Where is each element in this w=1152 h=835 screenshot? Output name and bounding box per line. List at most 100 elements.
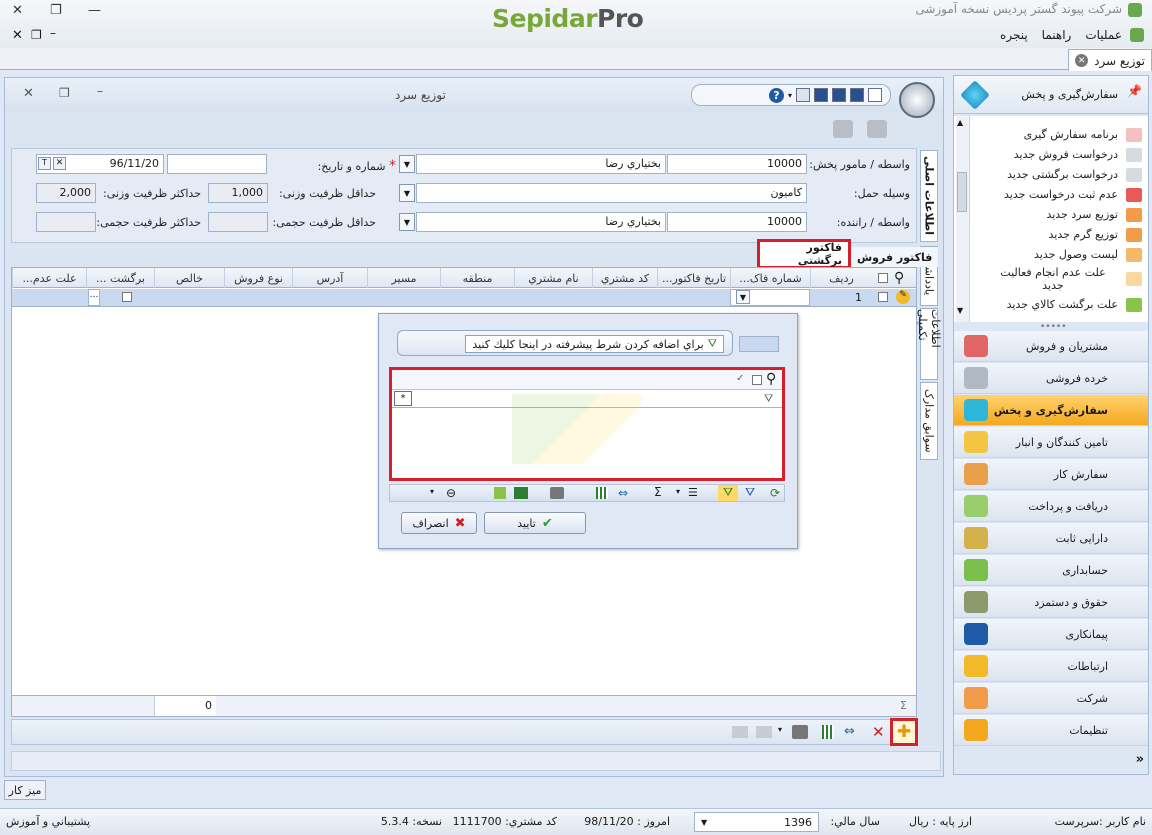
col-non-reason[interactable]: علت عدم... [12, 268, 86, 288]
window-close-icon[interactable]: ✕ [23, 86, 34, 101]
popup-print-icon[interactable] [550, 487, 564, 499]
group-icon[interactable]: ☰ [688, 486, 698, 499]
tab-document-history[interactable]: سوابق مدارک [920, 382, 938, 460]
tab-close-icon[interactable]: ✕ [1075, 54, 1089, 67]
nav-item-new-inactivity-reason[interactable]: علت عدم انجام فعالیت جدید [988, 266, 1118, 292]
module-item[interactable]: مشتریان و فروش [954, 331, 1148, 362]
col-customer-code[interactable]: کد مشتري [592, 268, 657, 288]
cancel-button[interactable]: ✖ انصراف [401, 512, 477, 534]
scroll-down-icon[interactable]: ▼ [957, 306, 963, 315]
sepidar-orb-icon[interactable] [899, 82, 935, 118]
popup-fit-icon[interactable]: ⇔ [618, 486, 628, 500]
tab-main-info[interactable]: اطلاعات اصلی [920, 150, 938, 242]
advanced-condition-button[interactable]: ⛛ براي اضافه كردن شرط پيشرفته در اينجا ك… [465, 335, 724, 353]
min-volume-input[interactable] [208, 212, 268, 232]
export-tool-icon[interactable] [494, 487, 506, 499]
filter-active-icon[interactable]: ⛛ [718, 485, 738, 501]
agent-dropdown-icon[interactable]: ▼ [399, 155, 415, 173]
close-app-icon[interactable]: ✕ [12, 3, 23, 18]
popup-columns-icon[interactable] [596, 487, 608, 499]
row-return-checkbox[interactable] [122, 292, 132, 302]
more-modules-icon[interactable]: » [1136, 752, 1144, 767]
module-item[interactable]: حسابداری [954, 555, 1148, 586]
module-item[interactable]: حقوق و دستمزد [954, 587, 1148, 618]
menu-help[interactable]: راهنما [1042, 28, 1072, 42]
group-dropdown-icon[interactable]: ▾ [676, 487, 680, 496]
nav-list-scrollbar[interactable]: ▲ ▼ [956, 116, 970, 322]
module-item[interactable]: پیمانکاری [954, 619, 1148, 650]
filter-operator-button[interactable]: * [394, 391, 412, 406]
support-link[interactable]: پشتیباني و آموزش [6, 815, 90, 828]
module-item[interactable]: دارایی ثابت [954, 523, 1148, 554]
desktop-button[interactable]: میز کار [4, 780, 46, 800]
col-net[interactable]: خالص [154, 268, 224, 288]
import-icon[interactable] [732, 726, 748, 738]
col-address[interactable]: آدرس [292, 268, 367, 288]
col-customer-name[interactable]: نام مشتري [514, 268, 592, 288]
menu-window[interactable]: پنجره [1000, 28, 1028, 42]
module-item[interactable]: خرده فروشی [954, 363, 1148, 394]
col-sale-type[interactable]: نوع فروش [224, 268, 292, 288]
print-settings-icon[interactable] [867, 120, 887, 138]
layout-dropdown-icon[interactable]: ▾ [430, 487, 434, 496]
nav-item-new-collection-list[interactable]: لیست وصول جدید [1034, 248, 1118, 261]
calendar-icon[interactable]: T [38, 157, 51, 170]
refresh-icon[interactable]: ⟳ [770, 486, 780, 500]
nav-item-no-request[interactable]: عدم ثبت درخواست جدید [1004, 188, 1118, 201]
number-input[interactable] [167, 154, 267, 174]
save-new-icon[interactable] [832, 88, 846, 102]
minimize-doc-icon[interactable]: – [50, 26, 56, 40]
module-item[interactable]: دریافت و پرداخت [954, 491, 1148, 522]
ok-button[interactable]: ✔ تایید [484, 512, 586, 534]
nav-item-new-sale-request[interactable]: درخواست فروش جدید [1014, 148, 1118, 161]
module-item[interactable]: سفارش‌گیری و پخش [954, 395, 1148, 426]
module-item[interactable]: شرکت [954, 683, 1148, 714]
layout-icon[interactable]: ⊖ [446, 486, 456, 500]
popup-select-all-checkbox[interactable] [752, 375, 762, 385]
advanced-condition-bar[interactable]: ⛛ براي اضافه كردن شرط پيشرفته در اينجا ك… [397, 330, 733, 356]
driver-name-input[interactable]: بختياري رضا [416, 212, 666, 232]
tab-sales-invoice[interactable]: فاکتور فروش [851, 247, 939, 267]
agent-code-input[interactable]: 10000 [667, 154, 807, 174]
grid-print-dropdown-icon[interactable]: ▾ [778, 725, 782, 734]
select-all-checkbox[interactable] [878, 273, 888, 283]
clear-date-icon[interactable]: ✕ [53, 157, 66, 170]
module-item[interactable]: ارتباطات [954, 651, 1148, 682]
filter-icon[interactable]: ⛛ [740, 485, 760, 501]
fiscal-year-select[interactable]: ▼ 1396 [694, 812, 819, 832]
driver-code-input[interactable]: 10000 [667, 212, 807, 232]
close-doc-icon[interactable]: ✕ [12, 28, 23, 43]
max-volume-input[interactable] [36, 212, 96, 232]
nav-item-new-return-reason[interactable]: علت برگشت كالاي جدید [1007, 298, 1118, 311]
popup-search-icon[interactable]: ⚲ [766, 371, 776, 387]
grid-print-icon[interactable] [792, 725, 808, 739]
restore-app-icon[interactable]: ❐ [50, 3, 62, 18]
tab-cold-distribution[interactable]: توزیع سرد ✕ [1068, 49, 1152, 71]
help-icon[interactable]: ? [768, 87, 784, 103]
export-icon[interactable] [756, 726, 772, 738]
max-weight-input[interactable]: 2,000 [36, 183, 96, 203]
fit-columns-icon[interactable]: ⇔ [844, 724, 855, 739]
driver-dropdown-icon[interactable]: ▼ [399, 213, 415, 231]
row-invoice-dropdown-icon[interactable]: ▼ [736, 290, 750, 304]
delete-row-icon[interactable]: ✕ [872, 723, 885, 741]
col-invoice-date[interactable]: تاریخ فاکتور... [657, 268, 730, 288]
col-invoice-number[interactable]: شماره فاک... [730, 268, 810, 288]
module-item[interactable]: تنظیمات [954, 715, 1148, 746]
window-restore-icon[interactable]: ❐ [59, 86, 70, 100]
save-icon[interactable] [850, 88, 864, 102]
nav-item-new-cold-distribution[interactable]: توزیع سرد جدید [1046, 208, 1118, 221]
module-item[interactable]: سفارش کار [954, 459, 1148, 490]
pin-icon[interactable]: 📌 [1127, 84, 1142, 98]
window-minimize-icon[interactable]: – [97, 84, 103, 98]
minimize-app-icon[interactable]: — [88, 3, 101, 18]
module-item[interactable]: تامین کنندگان و انبار [954, 427, 1148, 458]
grid-search-icon[interactable]: ⚲ [894, 270, 912, 286]
add-row-icon[interactable]: ✚ [890, 718, 918, 746]
agent-name-input[interactable]: بختياري رضا [416, 154, 666, 174]
nav-item-order-plan[interactable]: برنامه سفارش گیری [1024, 128, 1118, 141]
popup-filter-icon[interactable]: ⛛ [764, 392, 773, 406]
help-dropdown-icon[interactable]: ▾ [788, 91, 792, 100]
table-row[interactable]: ✎ 1 ▼ … [12, 289, 916, 307]
nav-item-new-hot-distribution[interactable]: توزیع گرم جدید [1049, 228, 1119, 241]
